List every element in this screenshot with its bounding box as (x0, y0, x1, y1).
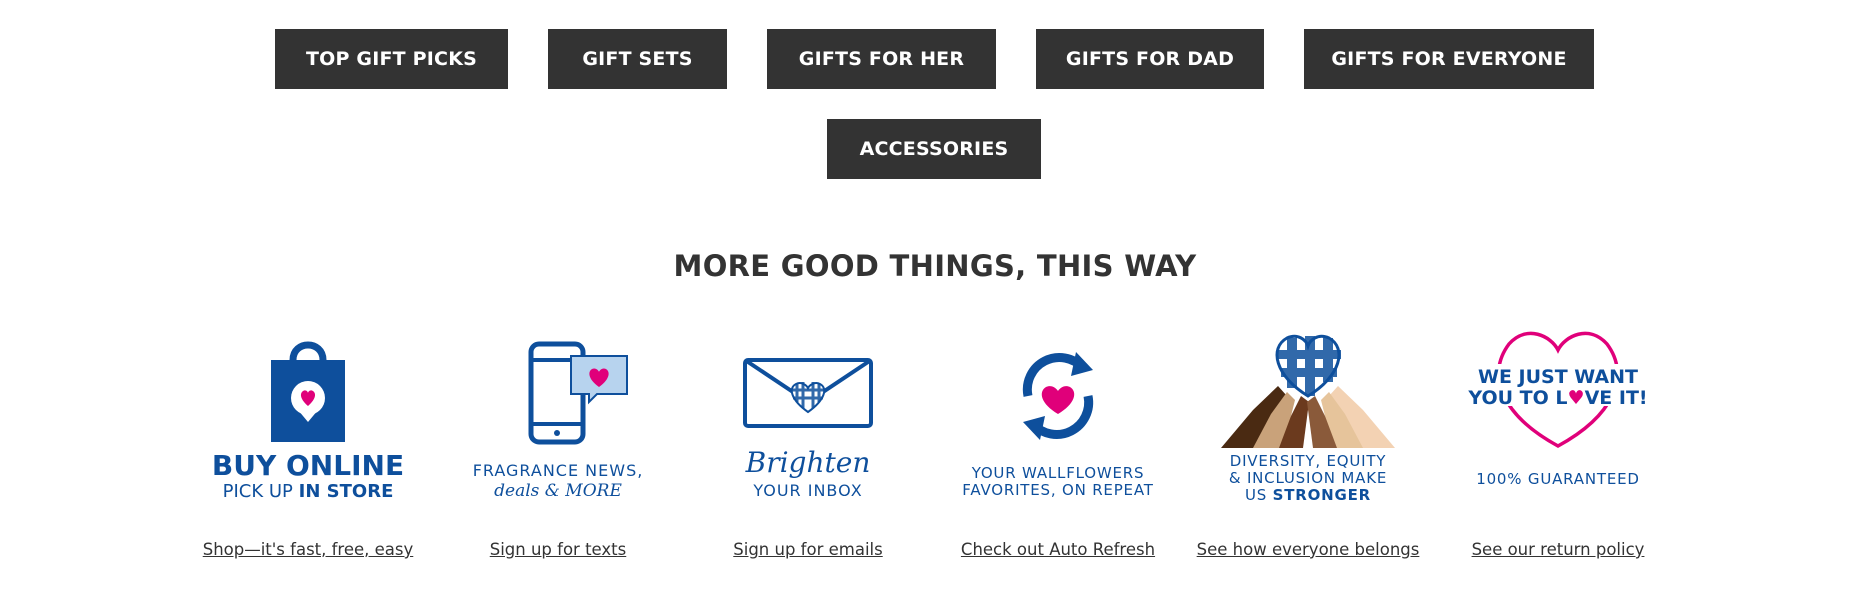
gifts-for-her-button[interactable]: GIFTS FOR HER (767, 29, 996, 89)
texts-link[interactable]: Sign up for texts (433, 540, 683, 559)
card-headline: FRAGRANCE NEWS, (473, 461, 644, 480)
card-headline: BUY ONLINE (212, 449, 404, 482)
card-subheadline: YOU TO L♥VE IT! (1467, 387, 1647, 409)
envelope-heart-icon: Brighten YOUR INBOX (743, 358, 873, 500)
card-subheadline: FAVORITES, ON REPEAT (962, 481, 1153, 499)
everyone-belongs-link[interactable]: See how everyone belongs (1183, 540, 1433, 559)
return-policy-link[interactable]: See our return policy (1433, 540, 1683, 559)
card-headline: Brighten (745, 446, 871, 479)
gifts-for-dad-button[interactable]: GIFTS FOR DAD (1036, 29, 1264, 89)
gifts-for-everyone-button[interactable]: GIFTS FOR EVERYONE (1304, 29, 1594, 89)
card-buy-online: BUY ONLINE PICK UP IN STORE Shop—it's fa… (183, 330, 433, 570)
shop-link[interactable]: Shop—it's fast, free, easy (183, 540, 433, 559)
heart-outline-icon: WE JUST WANT YOU TO L♥VE IT! 100% GUARAN… (1467, 331, 1648, 488)
card-texts: FRAGRANCE NEWS, deals & MORE Sign up for… (433, 330, 683, 570)
card-subheadline-2: US STRONGER (1245, 486, 1371, 504)
phone-message-heart-icon: FRAGRANCE NEWS, deals & MORE (473, 341, 644, 501)
shopping-bag-heart-icon: BUY ONLINE PICK UP IN STORE (212, 341, 404, 502)
auto-refresh-link[interactable]: Check out Auto Refresh (933, 540, 1183, 559)
card-love-it: WE JUST WANT YOU TO L♥VE IT! 100% GUARAN… (1433, 330, 1683, 570)
section-heading: MORE GOOD THINGS, THIS WAY (673, 249, 1197, 283)
emails-link[interactable]: Sign up for emails (683, 540, 933, 559)
card-headline: YOUR WALLFLOWERS (971, 464, 1145, 482)
accessories-button[interactable]: ACCESSORIES (827, 119, 1041, 179)
card-guarantee: 100% GUARANTEED (1476, 470, 1639, 488)
card-subheadline: & INCLUSION MAKE (1229, 469, 1387, 487)
card-auto-refresh: YOUR WALLFLOWERS FAVORITES, ON REPEAT Ch… (933, 330, 1183, 570)
card-emails: Brighten YOUR INBOX Sign up for emails (683, 330, 933, 570)
card-headline: DIVERSITY, EQUITY (1230, 452, 1387, 470)
card-subheadline: YOUR INBOX (752, 481, 862, 500)
card-diversity: DIVERSITY, EQUITY & INCLUSION MAKE US ST… (1183, 330, 1433, 570)
card-headline: WE JUST WANT (1478, 366, 1638, 388)
card-subheadline: deals & MORE (494, 481, 622, 501)
hands-holding-heart-icon: DIVERSITY, EQUITY & INCLUSION MAKE US ST… (1221, 334, 1395, 504)
refresh-heart-icon: YOUR WALLFLOWERS FAVORITES, ON REPEAT (962, 352, 1153, 499)
card-subheadline: PICK UP IN STORE (223, 481, 394, 502)
top-gift-picks-button[interactable]: TOP GIFT PICKS (275, 29, 508, 89)
gift-sets-button[interactable]: GIFT SETS (548, 29, 727, 89)
